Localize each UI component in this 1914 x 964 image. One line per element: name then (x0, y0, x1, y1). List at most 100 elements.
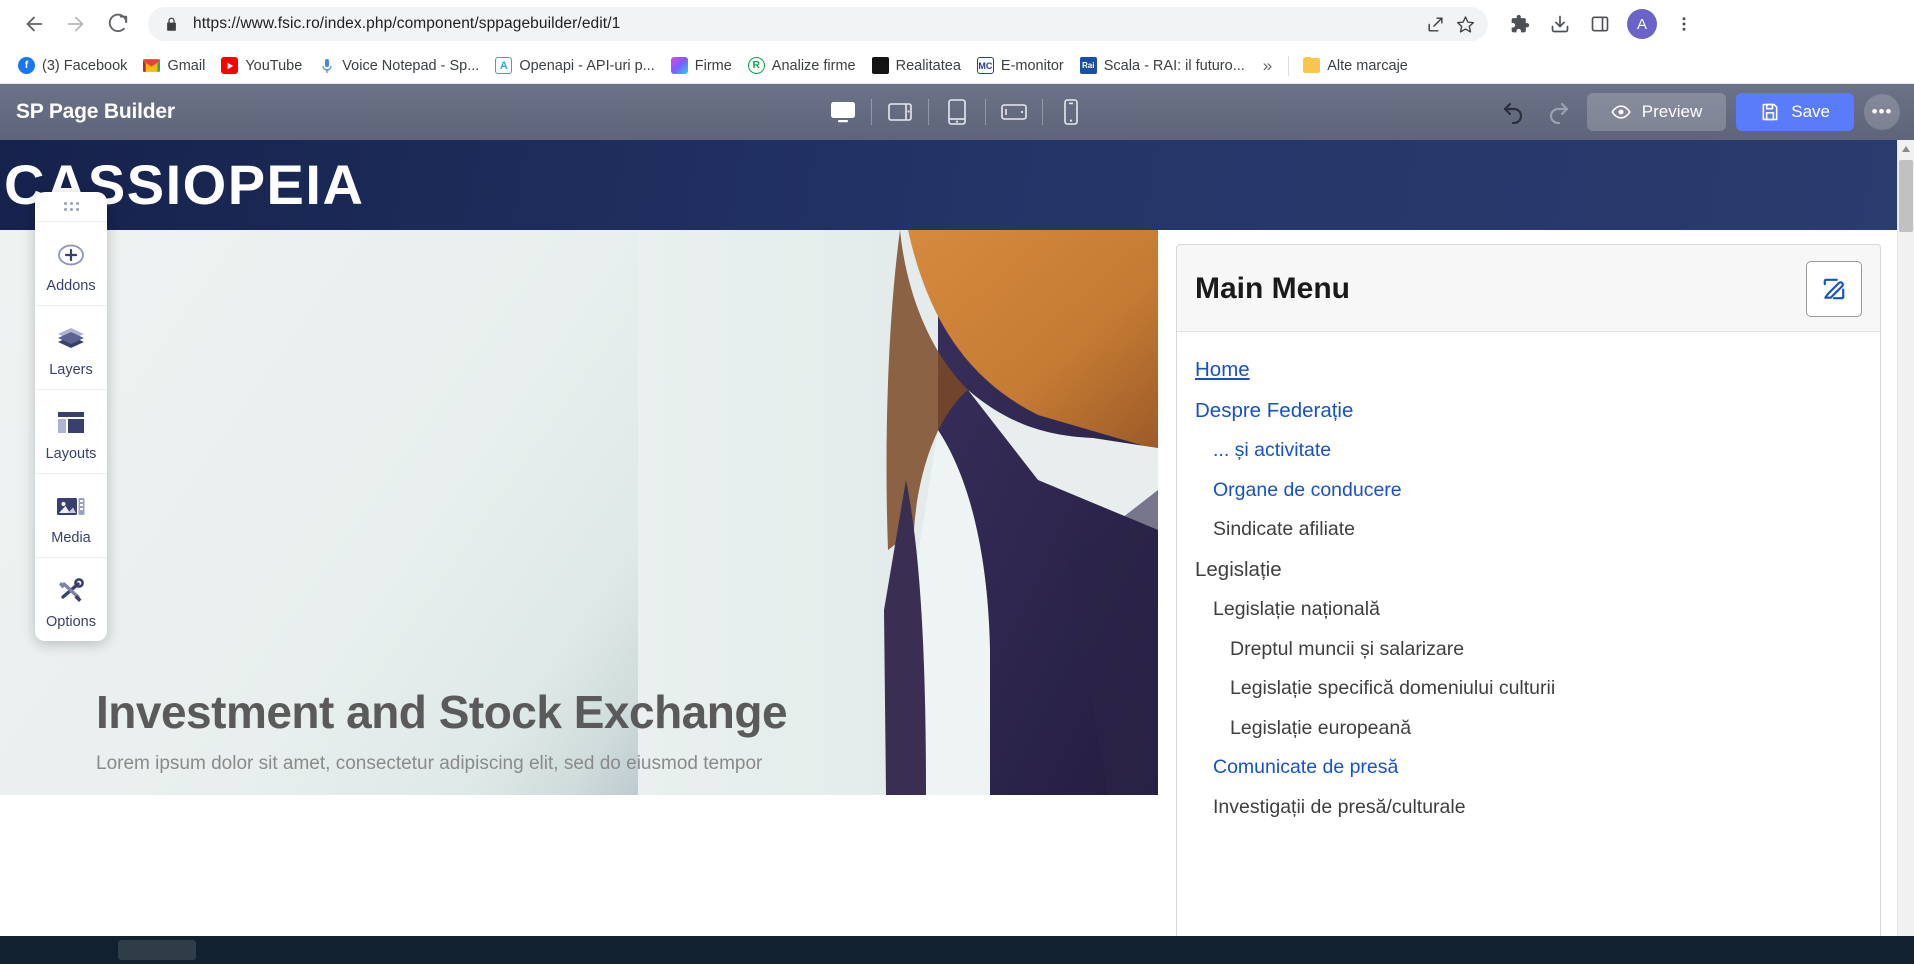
bookmark-openapi[interactable]: A Openapi - API-uri p... (487, 53, 662, 78)
menu-item: Legislație (1195, 557, 1282, 581)
bookmark-star-icon[interactable] (1450, 9, 1480, 39)
hero-text-block: Investment and Stock Exchange Lorem ipsu… (0, 685, 1158, 775)
extensions-puzzle-icon[interactable] (1502, 6, 1538, 42)
main-menu-title: Main Menu (1195, 272, 1350, 305)
page-builder-toolbar: SP Page Builder Preview Save ••• (0, 84, 1914, 140)
chrome-menu-icon[interactable] (1666, 6, 1702, 42)
menu-item[interactable]: Despre Federație (1195, 391, 1862, 432)
side-panel-icon[interactable] (1582, 6, 1618, 42)
bookmark-rai-scala[interactable]: Rai Scala - RAI: il futuro... (1072, 53, 1253, 78)
vertical-scrollbar[interactable] (1897, 140, 1914, 964)
device-preview-switcher (815, 92, 1099, 132)
browser-toolbar-actions: A (1496, 6, 1702, 42)
menu-item[interactable]: Organe de conducere (1195, 471, 1862, 511)
save-button[interactable]: Save (1736, 93, 1854, 131)
edit-module-button[interactable] (1806, 261, 1862, 317)
bookmark-label: Gmail (167, 57, 206, 74)
bookmarks-bar: f (3) Facebook Gmail YouTube Voice Notep… (0, 48, 1914, 84)
bookmark-label: Openapi - API-uri p... (519, 57, 655, 74)
page-builder-title: SP Page Builder (16, 100, 175, 123)
menu-item[interactable]: ... și activitate (1195, 431, 1862, 471)
bookmark-label: Analize firme (771, 57, 856, 74)
bookmark-youtube[interactable]: YouTube (213, 53, 310, 78)
device-laptop-button[interactable] (872, 92, 928, 132)
panel-label: Media (51, 530, 91, 546)
youtube-icon (221, 57, 239, 74)
main-menu-module: Main Menu Home Despre Federație... și act… (1176, 244, 1881, 944)
menu-item: Legislație specifică domeniului culturii (1230, 677, 1556, 699)
page-builder-tools-panel: Addons Layers Layouts Media Options (35, 192, 107, 641)
taskbar-item[interactable] (118, 940, 196, 960)
panel-label: Addons (46, 278, 96, 294)
menu-item[interactable]: Comunicate de presă (1195, 748, 1862, 788)
plus-circle-icon (35, 238, 107, 272)
bookmark-e-monitor[interactable]: MC E-monitor (969, 53, 1072, 78)
facebook-icon: f (18, 57, 35, 74)
drag-handle[interactable] (35, 192, 107, 222)
browser-chrome: https://www.fsic.ro/index.php/component/… (0, 0, 1914, 84)
more-options-button[interactable]: ••• (1864, 94, 1900, 130)
bookmark-facebook[interactable]: f (3) Facebook (10, 53, 135, 78)
save-label: Save (1791, 102, 1830, 121)
panel-item-options[interactable]: Options (35, 558, 107, 641)
scrollbar-thumb[interactable] (1899, 160, 1913, 232)
microphone-icon (318, 57, 335, 74)
layouts-icon (35, 406, 107, 440)
scroll-up-arrow-icon[interactable] (1898, 140, 1914, 157)
menu-item[interactable]: Home (1195, 350, 1862, 391)
address-bar[interactable]: https://www.fsic.ro/index.php/component/… (148, 7, 1488, 41)
device-mobile-button[interactable] (1043, 92, 1099, 132)
menu-item: Dreptul muncii și salarizare (1230, 637, 1465, 660)
panel-label: Layers (49, 362, 93, 378)
other-bookmarks-label: Alte marcaje (1327, 57, 1408, 74)
profile-avatar[interactable]: A (1627, 9, 1657, 39)
redo-icon[interactable] (1541, 94, 1577, 130)
back-arrow-icon[interactable] (14, 4, 54, 44)
bookmarks-overflow-button[interactable]: » (1253, 54, 1282, 78)
downloads-icon[interactable] (1542, 6, 1578, 42)
reload-icon[interactable] (98, 4, 138, 44)
bookmark-gmail[interactable]: Gmail (135, 53, 213, 78)
undo-icon[interactable] (1495, 94, 1531, 130)
panel-item-layouts[interactable]: Layouts (35, 390, 107, 474)
main-menu-header: Main Menu (1177, 245, 1880, 332)
panel-item-layers[interactable]: Layers (35, 306, 107, 390)
other-bookmarks-folder[interactable]: Alte marcaje (1295, 53, 1416, 78)
bookmark-analize-firme[interactable]: R Analize firme (740, 53, 864, 78)
device-desktop-button[interactable] (815, 92, 871, 132)
bookmark-label: Scala - RAI: il futuro... (1103, 57, 1245, 74)
menu-item: Sindicate afiliate (1213, 518, 1356, 540)
panel-label: Layouts (45, 446, 97, 462)
realitatea-icon (871, 57, 889, 74)
hero-section[interactable]: Investment and Stock Exchange Lorem ipsu… (0, 230, 1158, 795)
forward-arrow-icon[interactable] (56, 4, 96, 44)
preview-button[interactable]: Preview (1586, 93, 1727, 131)
tools-icon (35, 574, 107, 608)
os-taskbar[interactable] (0, 936, 1914, 964)
emonitor-icon: MC (976, 57, 994, 74)
menu-item: Legislație națională (1213, 598, 1380, 620)
drag-handle-dots-icon (63, 202, 79, 211)
bookmark-firme[interactable]: Firme (663, 53, 740, 78)
analize-firme-icon: R (747, 57, 765, 74)
share-icon[interactable] (1420, 9, 1450, 39)
editor-canvas: CASSIOPEIA Investment and Stock Exchange… (0, 140, 1897, 964)
bookmark-realitatea[interactable]: Realitatea (864, 53, 969, 78)
bookmark-label: E-monitor (1000, 57, 1064, 74)
openapi-icon: A (495, 57, 513, 74)
panel-item-addons[interactable]: Addons (35, 222, 107, 306)
bookmark-label: Firme (694, 57, 732, 74)
editor-canvas-wrapper: CASSIOPEIA Investment and Stock Exchange… (0, 140, 1914, 964)
panel-item-media[interactable]: Media (35, 474, 107, 558)
site-lock-icon (164, 17, 179, 32)
browser-navigation-bar: https://www.fsic.ro/index.php/component/… (0, 0, 1914, 48)
bookmark-label: Voice Notepad - Sp... (342, 57, 480, 74)
device-tablet-portrait-button[interactable] (929, 92, 985, 132)
bookmark-voice-notepad[interactable]: Voice Notepad - Sp... (310, 53, 487, 78)
gmail-icon (143, 57, 161, 74)
hero-subtitle: Lorem ipsum dolor sit amet, consectetur … (96, 753, 763, 774)
eye-icon (1611, 102, 1631, 122)
device-tablet-landscape-button[interactable] (986, 92, 1042, 132)
bookmark-label: (3) Facebook (42, 57, 128, 74)
folder-icon (1303, 57, 1321, 74)
